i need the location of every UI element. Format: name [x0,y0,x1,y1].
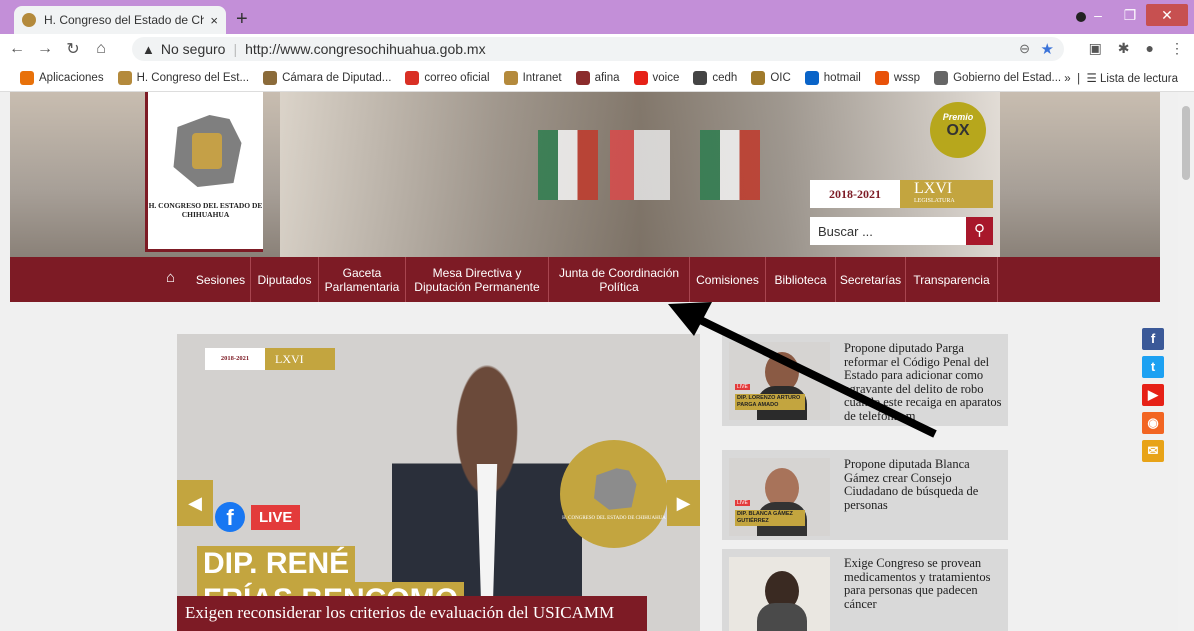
url-text[interactable]: http://www.congresochihuahua.gob.mx [245,41,485,57]
forward-icon[interactable]: → [34,40,56,58]
bookmark-item[interactable]: Aplicaciones [20,70,104,85]
address-separator: | [233,41,238,57]
congreso-favicon [503,70,518,85]
puzzle-icon[interactable]: ✱ [1118,40,1130,57]
bookmark-star-icon[interactable]: ★ [1041,40,1054,58]
cedh-icon [693,70,708,85]
x-icon [405,70,420,85]
bookmarks-right[interactable]: » | ☰ Lista de lectura [1064,71,1178,85]
bookmark-label: correo oficial [424,71,490,84]
address-bar[interactable]: ▲ No seguro | http://www.congresochihuah… [132,37,1064,61]
bookmark-label: Intranet [522,71,562,84]
congreso-favicon [22,13,36,27]
reading-list-label[interactable]: Lista de lectura [1100,73,1178,85]
bookmark-item[interactable]: correo oficial [405,70,490,85]
bookmark-label: Cámara de Diputad... [282,71,392,84]
browser-tab[interactable]: H. Congreso del Estado de Chihu × [14,6,226,34]
page-scrollbar[interactable] [1178,92,1194,631]
browser-titlebar: H. Congreso del Estado de Chihu × + – ❐ … [0,0,1194,34]
bookmark-item[interactable]: voice [633,70,680,85]
bookmarks-more-button[interactable]: » [1064,73,1070,85]
new-tab-button[interactable]: + [236,8,248,31]
bookmark-label: cedh [712,71,738,84]
warning-icon: ▲ [142,41,155,57]
page-viewport: H. CONGRESO DEL ESTADO DE CHIHUAHUA Prem… [0,92,1178,631]
youtube-icon [633,70,648,85]
scrollbar-thumb[interactable] [1182,106,1190,180]
bookmark-item[interactable]: wssp [874,70,921,85]
bookmarks-bar: Aplicaciones H. Congreso del Est... Cámara… [0,64,1194,92]
zoom-icon[interactable]: ⊖ [1019,41,1030,57]
outlook-icon [804,70,819,85]
menu-icon[interactable]: ⋮ [1170,40,1184,57]
window-close-icon[interactable]: ✕ [1146,4,1188,26]
restore-icon[interactable]: ❐ [1114,7,1146,24]
browser-toolbar: ← → ↻ ⌂ ▲ No seguro | http://www.congres… [0,34,1194,64]
bookmark-label: H. Congreso del Est... [136,71,250,84]
shield-icon [934,70,949,85]
profile-icon[interactable]: ● [1146,40,1154,57]
tab-title: H. Congreso del Estado de Chihu [44,13,205,27]
back-icon[interactable]: ← [6,40,28,58]
bookmark-item[interactable]: afina [575,70,620,85]
oic-icon [751,70,766,85]
bookmark-label: voice [652,71,680,84]
bookmark-label: Gobierno del Estad... [953,71,1062,84]
bookmark-item[interactable]: cedh [693,70,738,85]
home-icon[interactable]: ⌂ [90,40,112,58]
congreso-favicon [117,70,132,85]
bookmark-label: wssp [893,71,921,84]
security-label: No seguro [160,41,226,57]
bookmark-label: Aplicaciones [39,71,104,84]
bookmark-label: afina [594,71,620,84]
reading-list-icon: ☰ [1086,73,1097,85]
extension-icon[interactable]: ▣ [1089,40,1102,57]
bookmark-item[interactable]: OIC [751,70,791,85]
tab-close-icon[interactable]: × [210,13,218,28]
bookmark-label: hotmail [823,71,861,84]
camara-favicon [263,70,278,85]
annotation-arrow [668,302,937,438]
minimize-icon[interactable]: – [1082,7,1114,23]
bookmark-item[interactable]: Gobierno del Estad... [934,70,1062,85]
bookmark-item[interactable]: Cámara de Diputad... [263,70,392,85]
apps-grid-icon [20,70,34,85]
reload-icon[interactable]: ↻ [62,39,84,59]
bookmark-item[interactable]: Intranet [503,70,562,85]
bookmark-item[interactable]: H. Congreso del Est... [117,70,250,85]
alert-icon [874,70,889,85]
bookmark-label: OIC [770,71,791,84]
afina-icon [575,70,590,85]
bookmark-item[interactable]: hotmail [804,70,861,85]
